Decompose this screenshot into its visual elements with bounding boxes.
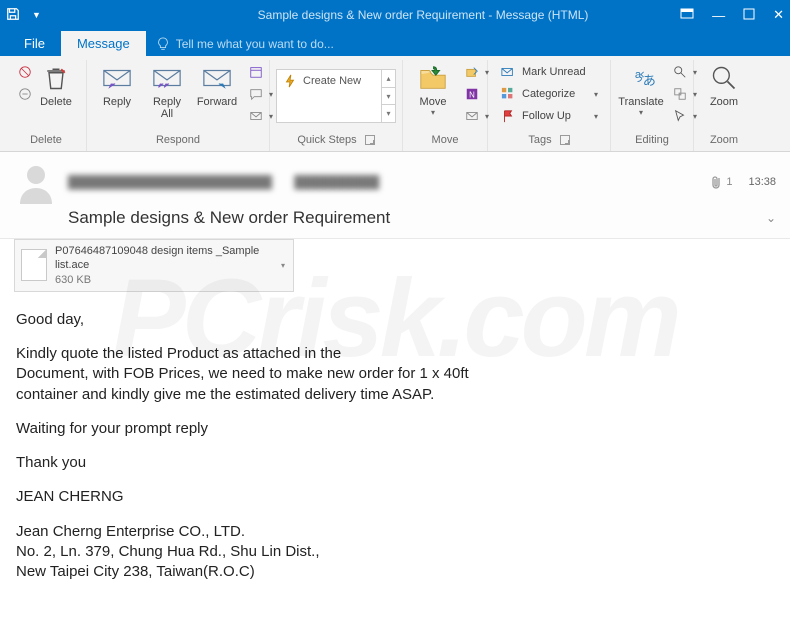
to-address: ██████████ bbox=[294, 175, 379, 189]
from-address: ████████████████████████ bbox=[68, 175, 272, 189]
lightning-icon bbox=[283, 74, 297, 88]
quicksteps-gallery[interactable]: Create New ▴ ▾ ▾ bbox=[276, 69, 396, 123]
onenote-button[interactable]: N bbox=[461, 84, 479, 104]
attachment-dropdown[interactable]: ▾ bbox=[281, 261, 287, 270]
zoom-button[interactable]: Zoom bbox=[700, 60, 748, 110]
reply-icon bbox=[101, 62, 133, 94]
tab-message[interactable]: Message bbox=[61, 31, 146, 56]
attachment-indicator: 1 bbox=[710, 175, 732, 189]
translate-icon: aあ bbox=[625, 62, 657, 94]
move-folder-icon bbox=[417, 62, 449, 94]
gallery-up[interactable]: ▴ bbox=[382, 70, 395, 88]
minimize-icon[interactable]: — bbox=[712, 8, 725, 23]
followup-button[interactable]: Follow Up▾ bbox=[496, 106, 602, 126]
avatar bbox=[14, 160, 58, 204]
group-move: Move ▾ ▾ N ▾ Move bbox=[403, 60, 488, 151]
group-zoom: Zoom Zoom bbox=[694, 60, 754, 151]
collapse-header-button[interactable]: ⌄ bbox=[766, 211, 776, 225]
cursor-icon bbox=[673, 108, 687, 124]
group-quicksteps: Create New ▴ ▾ ▾ Quick Steps bbox=[270, 60, 403, 151]
file-icon bbox=[21, 249, 47, 281]
forward-icon bbox=[201, 62, 233, 94]
select-button[interactable]: ▾ bbox=[669, 106, 685, 126]
im-button[interactable]: ▾ bbox=[245, 84, 261, 104]
attachment-size: 630 KB bbox=[55, 273, 273, 287]
titlebar: ▼ Sample designs & New order Requirement… bbox=[0, 0, 790, 30]
reply-all-icon bbox=[151, 62, 183, 94]
tellme-search[interactable]: Tell me what you want to do... bbox=[146, 32, 344, 56]
lightbulb-icon bbox=[156, 37, 170, 51]
tags-launcher[interactable] bbox=[560, 135, 570, 145]
reply-button[interactable]: Reply bbox=[93, 60, 141, 110]
body-line: Waiting for your prompt reply bbox=[16, 419, 774, 439]
qat-dropdown-icon[interactable]: ▼ bbox=[32, 10, 41, 20]
attachment-name: P07646487109048 design items _Sample lis… bbox=[55, 244, 273, 273]
actions-button[interactable]: ▾ bbox=[461, 106, 479, 126]
categorize-icon bbox=[500, 86, 516, 102]
ribbon: Delete Delete Reply Reply All Forward ▾ … bbox=[0, 56, 790, 152]
meeting-button[interactable] bbox=[245, 62, 261, 82]
flag-icon bbox=[500, 108, 516, 124]
forward-button[interactable]: Forward bbox=[193, 60, 241, 110]
window-title: Sample designs & New order Requirement -… bbox=[166, 8, 680, 22]
save-icon[interactable] bbox=[6, 7, 20, 24]
categorize-button[interactable]: Categorize▾ bbox=[496, 84, 602, 104]
group-tags: Mark Unread Categorize▾ Follow Up▾ Tags bbox=[488, 60, 611, 151]
gallery-down[interactable]: ▾ bbox=[382, 88, 395, 106]
quicksteps-launcher[interactable] bbox=[365, 135, 375, 145]
message-body: Good day, Kindly quote the listed Produc… bbox=[0, 306, 790, 613]
reply-all-button[interactable]: Reply All bbox=[143, 60, 191, 122]
svg-text:あ: あ bbox=[643, 73, 655, 88]
svg-text:N: N bbox=[469, 91, 475, 100]
paperclip-icon bbox=[710, 175, 722, 189]
ribbon-tabs: File Message Tell me what you want to do… bbox=[0, 30, 790, 56]
message-header: ████████████████████████ ██████████ 1 13… bbox=[0, 152, 790, 239]
move-button[interactable]: Move ▾ bbox=[409, 60, 457, 119]
delete-button[interactable]: Delete bbox=[32, 60, 80, 110]
svg-text:a: a bbox=[635, 69, 642, 81]
body-line: Good day, bbox=[16, 310, 774, 330]
group-respond: Reply Reply All Forward ▾ ▾ Respond bbox=[87, 60, 270, 151]
ignore-button[interactable] bbox=[14, 62, 28, 82]
attachment-item[interactable]: P07646487109048 design items _Sample lis… bbox=[14, 239, 294, 292]
message-time: 13:38 bbox=[748, 176, 776, 188]
tab-file[interactable]: File bbox=[8, 31, 61, 56]
maximize-icon[interactable] bbox=[743, 8, 755, 23]
message-subject: Sample designs & New order Requirement bbox=[68, 208, 390, 228]
zoom-icon bbox=[708, 62, 740, 94]
ribbon-display-icon[interactable] bbox=[680, 8, 694, 23]
group-delete: Delete Delete bbox=[6, 60, 87, 151]
body-line: Thank you bbox=[16, 453, 774, 473]
body-line: JEAN CHERNG bbox=[16, 487, 774, 507]
more-respond-button[interactable]: ▾ bbox=[245, 106, 261, 126]
gallery-more[interactable]: ▾ bbox=[382, 105, 395, 122]
related-button[interactable]: ▾ bbox=[669, 84, 685, 104]
mark-unread-button[interactable]: Mark Unread bbox=[496, 62, 602, 82]
body-line: Jean Cherng Enterprise CO., LTD. No. 2, … bbox=[16, 522, 774, 583]
find-button[interactable]: ▾ bbox=[669, 62, 685, 82]
body-line: Kindly quote the listed Product as attac… bbox=[16, 344, 774, 405]
search-icon bbox=[673, 64, 687, 80]
group-editing: aあ Translate ▾ ▾ ▾ ▾ Editing bbox=[611, 60, 694, 151]
mark-unread-icon bbox=[500, 64, 516, 80]
delete-icon bbox=[40, 62, 72, 94]
close-icon[interactable]: ✕ bbox=[773, 7, 784, 23]
rules-button[interactable]: ▾ bbox=[461, 62, 479, 82]
translate-button[interactable]: aあ Translate ▾ bbox=[617, 60, 665, 119]
junk-button[interactable] bbox=[14, 84, 28, 104]
